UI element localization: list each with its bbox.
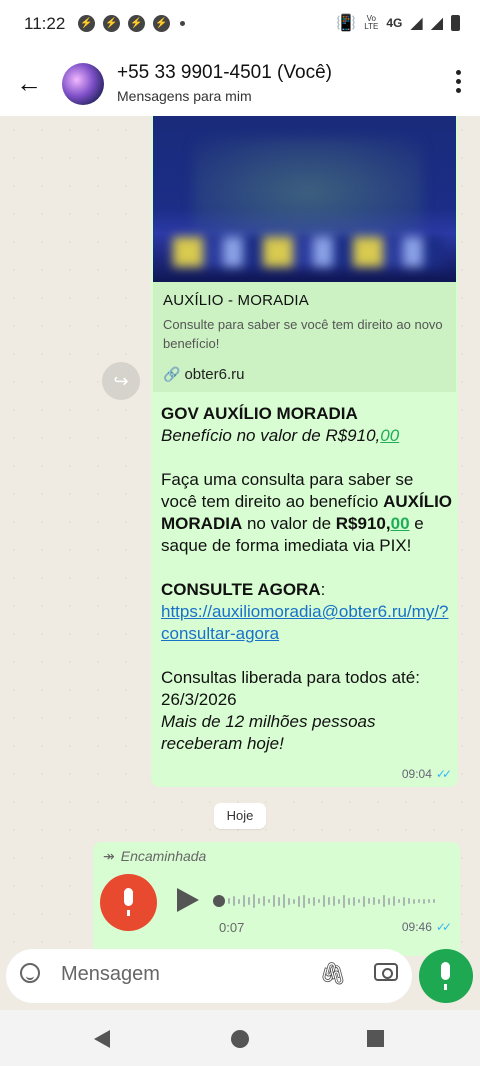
contact-subtitle[interactable]: Mensagens para mim [117,88,252,104]
nav-recents-icon[interactable] [367,1030,384,1047]
messenger-icon: ⚡ [153,15,170,32]
messenger-icon: ⚡ [103,15,120,32]
message-bubble[interactable]: AUXÍLIO - MORADIA Consulte para saber se… [151,116,458,787]
message-meta: 09:04 ✓✓ [401,767,452,781]
audio-scrubber[interactable] [213,895,225,907]
nav-back-icon[interactable] [94,1030,110,1048]
notification-icons: ⚡ ⚡ ⚡ ⚡ [78,15,185,32]
sticker-icon[interactable] [20,963,40,983]
forward-icon[interactable]: ↪ [102,362,140,400]
link-preview-description: Consulte para saber se você tem direito … [163,317,443,351]
back-arrow-icon[interactable]: ← [16,68,42,99]
vibrate-icon: 📳 [336,15,357,32]
network-type: 4G [386,16,403,30]
date-divider: Hoje [214,803,266,829]
forwarded-icon: ↠ [103,848,115,864]
forwarded-label: ↠ Encaminhada [103,848,207,864]
message-meta: 09:46 ✓✓ [401,920,452,934]
link-preview-url[interactable]: 🔗 obter6.ru [163,366,244,383]
link-preview-image[interactable] [153,116,456,283]
link-icon: 🔗 [163,366,181,382]
read-receipt-icon: ✓✓ [435,920,452,934]
nav-home-icon[interactable] [231,1030,249,1048]
battery-icon [451,15,460,31]
signal-icon: ◢ [430,15,443,32]
chat-area[interactable]: ↪ AUXÍLIO - MORADIA Consulte para saber … [0,116,480,956]
system-nav-bar [0,1010,480,1066]
chat-header: ← +55 33 9901-4501 (Você) Mensagens para… [0,50,480,117]
audio-waveform[interactable] [228,890,443,912]
avatar[interactable] [62,63,104,105]
message-input[interactable]: Mensagem [61,963,160,986]
message-link[interactable]: https://auxiliomoradia@obter6.ru/my/?con… [161,602,449,643]
play-icon[interactable] [177,888,199,912]
camera-icon[interactable] [374,963,398,981]
link-preview-card[interactable]: AUXÍLIO - MORADIA Consulte para saber se… [153,282,456,392]
read-receipt-icon: ✓✓ [435,767,452,781]
voice-record-button[interactable] [419,949,473,1003]
status-time: 11:22 [24,14,66,33]
status-bar: 11:22 ⚡ ⚡ ⚡ ⚡ 📳 Vo LTE 4G ◢ ◢ [0,0,480,50]
more-notifications-dot [180,21,185,26]
signal-icon: ◢ [410,15,423,32]
voice-avatar-mic-icon [100,874,157,931]
voice-message-bubble[interactable]: ↠ Encaminhada 0:07 09:46 ✓✓ [93,842,460,956]
status-right: 📳 Vo LTE 4G ◢ ◢ [336,13,460,33]
messenger-icon: ⚡ [78,15,95,32]
link-preview-title: AUXÍLIO - MORADIA [163,292,309,309]
composer: Mensagem 🖇 [0,949,480,1010]
audio-duration: 0:07 [219,920,245,935]
message-text: GOV AUXÍLIO MORADIA Benefício no valor d… [161,404,453,753]
contact-name[interactable]: +55 33 9901-4501 (Você) [117,62,332,84]
mic-icon [441,962,450,980]
more-options-icon[interactable] [454,70,462,97]
messenger-icon: ⚡ [128,15,145,32]
volte-label: Vo LTE [364,14,379,31]
attach-icon[interactable]: 🖇 [319,961,347,987]
message-input-box[interactable]: Mensagem 🖇 [6,949,412,1003]
